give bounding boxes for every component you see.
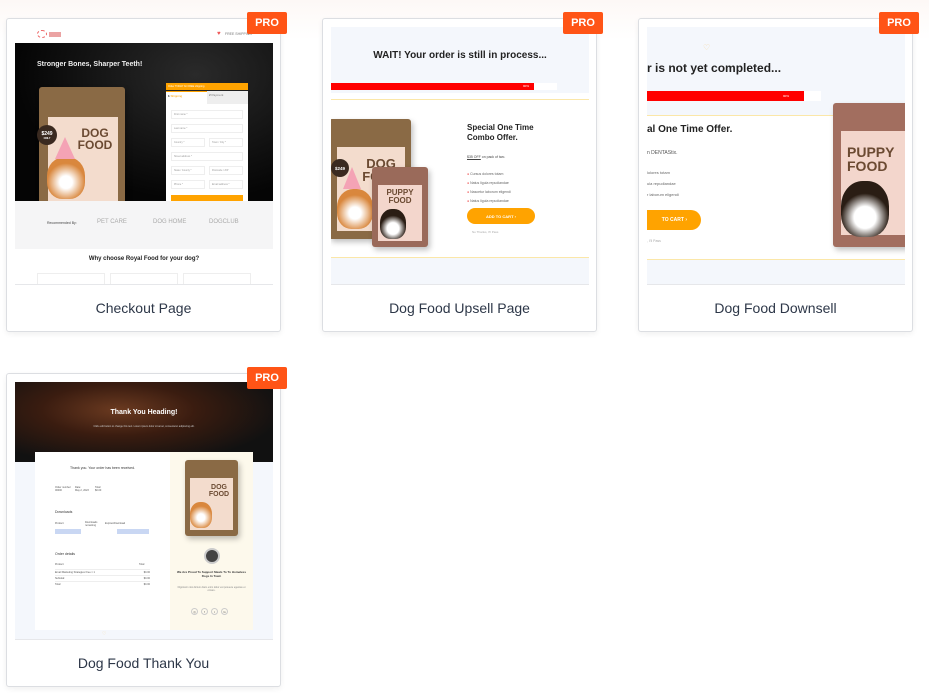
preview-headline: r is not yet completed... [647, 61, 782, 75]
bullet-list: lolores totam ula repudiandae r laborum … [647, 167, 679, 200]
form-field: Email address * [209, 180, 243, 189]
why-heading: Why choose Royal Food for your dog? [88, 256, 200, 262]
check-icon: ● [467, 181, 470, 185]
template-card-downsell[interactable]: PRO ♡ r is not yet completed... 90% al O… [638, 12, 919, 332]
preview-hero: Stronger Bones, Sharper Teeth! DOG FOOD $… [15, 43, 273, 231]
form-field: Country * [171, 138, 205, 147]
dog-food-bag: DOG FOOD [185, 460, 238, 536]
charity-logo-icon [204, 548, 220, 564]
form-field: Street address * [171, 152, 243, 161]
bullet-item: ● Natus ligula repudiandae [467, 199, 509, 203]
pro-badge: PRO [247, 12, 287, 34]
bullet-item: ● Cursus dolores totam [467, 172, 504, 176]
template-title: Dog Food Upsell Page [389, 300, 530, 316]
shiba-dog-image [337, 189, 373, 229]
order-row: Total: $0.00 [55, 581, 150, 586]
facebook-icon: f [201, 608, 208, 615]
google-plus-icon: G [221, 608, 228, 615]
check-icon: ● [467, 199, 470, 203]
puppy-food-bag: PUPPY FOOD [833, 103, 905, 247]
hero-dog-image [15, 382, 273, 462]
bullet-item: r laborum eligendi [647, 192, 679, 197]
order-row: Email Marketing Strategies Free × 1 $0.00 [55, 569, 150, 574]
heart-icon: ♥ [217, 31, 221, 37]
template-card-checkout[interactable]: PRO ♥ FREE SHIPPING Stronger Bones, Shar… [6, 12, 287, 332]
dog-food-bag: DOG FOOD $249 ONLY [37, 87, 125, 209]
check-icon: ● [467, 172, 470, 176]
form-banner: Order TODAY for FREE shipping [166, 83, 248, 90]
bullet-item: ● Nascetur laborum eligendi [467, 190, 511, 194]
progress-bar: 90% [647, 91, 821, 101]
template-preview: Thank You Heading! Click edit button to … [15, 382, 273, 640]
template-title: Checkout Page [95, 300, 192, 316]
twitter-icon: t [211, 608, 218, 615]
heart-icon: ♡ [703, 43, 711, 52]
template-title: Dog Food Thank You [77, 655, 210, 671]
offer-title: Special One Time Combo Offer. [467, 123, 534, 142]
bullet-item: lolores totam [647, 170, 670, 175]
partner-logo: PET CARE [97, 219, 127, 225]
terrier-dog-image [380, 209, 406, 239]
progress-fill [647, 91, 804, 101]
bullet-item: ula repudiandae [647, 181, 676, 186]
party-hat [55, 137, 75, 159]
price-badge: $249 ONLY [37, 125, 57, 145]
template-preview: ♥ FREE SHIPPING Stronger Bones, Sharper … [15, 27, 273, 285]
form-field: Postcode / ZIP [209, 166, 243, 175]
bullet-item: ● Natus ligula repudiandae [467, 181, 509, 185]
form-field: Town / City * [209, 138, 243, 147]
logo-icon [37, 30, 47, 38]
pro-badge: PRO [563, 12, 603, 34]
discount-text: $35 OFF [467, 155, 481, 159]
form-field: Phone * [171, 180, 205, 189]
add-to-cart-button: ADD TO CART › [467, 208, 535, 224]
template-card-upsell[interactable]: PRO WAIT! Your order is still in process… [322, 12, 603, 332]
progress-label: 90% [783, 94, 790, 98]
offer-title: al One Time Offer. [647, 124, 733, 135]
shiba-dog-image [190, 502, 212, 528]
puppy-food-bag: PUPPY FOOD [372, 167, 428, 247]
pro-badge: PRO [879, 12, 919, 34]
heart-icon: ♡ [102, 631, 107, 637]
order-summary-panel: Thank you. Your order has been received.… [35, 452, 170, 630]
form-field: Last name * [171, 124, 243, 133]
bullet-list: ● Cursus dolores totam ● Natus ligula re… [467, 170, 511, 206]
form-field: First name * [171, 110, 243, 119]
order-row: Subtotal: $0.00 [55, 575, 150, 580]
progress-label: 90% [522, 84, 529, 88]
template-title: Dog Food Downsell [714, 300, 837, 316]
pro-badge: PRO [247, 367, 287, 389]
check-icon: ● [467, 190, 470, 194]
progress-fill [331, 83, 535, 90]
preview-header: ♥ FREE SHIPPING [15, 27, 273, 43]
decline-link: , I'll Pass [647, 239, 661, 243]
price-badge: $249 [331, 159, 349, 177]
progress-bar: 90% [331, 83, 557, 90]
template-card-thank-you[interactable]: PRO Thank You Heading! Click edit button… [6, 367, 287, 687]
partner-logo: DOG HOME [153, 219, 187, 225]
preview-headline: Thank You Heading! [110, 409, 178, 416]
support-panel: DOG FOOD We Are Proud To Support Meals To… [170, 452, 253, 630]
preview-headline: WAIT! Your order is still in process... [373, 50, 547, 61]
preview-headline: Stronger Bones, Sharper Teeth! [37, 61, 143, 68]
add-to-cart-button: TO CART › [647, 210, 701, 230]
decline-link: No Thanks, I'll Pass [472, 230, 499, 234]
instagram-icon: ◎ [191, 608, 198, 615]
template-preview: WAIT! Your order is still in process... … [331, 27, 589, 285]
terrier-dog-image [841, 181, 889, 237]
form-field: State / County * [171, 166, 205, 175]
template-preview: ♡ r is not yet completed... 90% al One T… [647, 27, 905, 285]
shiba-dog-image [47, 157, 85, 199]
recommended-strip: Recommended By: PET CARE DOG HOME DOGCLU… [15, 201, 273, 249]
partner-logo: DOGCLUB [209, 219, 239, 225]
